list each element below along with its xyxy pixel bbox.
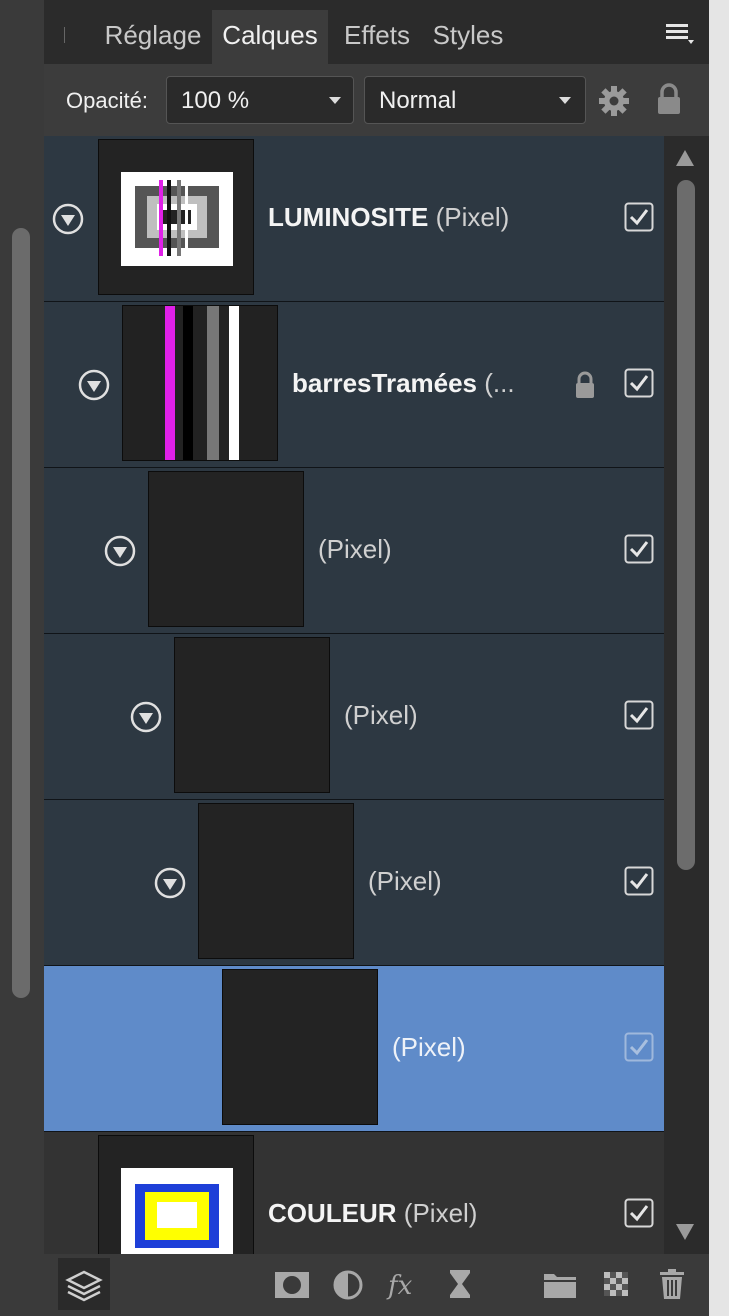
add-adjustment-icon[interactable] [328, 1264, 368, 1304]
blend-mode-value: Normal [379, 87, 457, 114]
expand-triangle-icon[interactable] [78, 369, 110, 401]
panel-menu-icon[interactable] [664, 18, 696, 48]
layer-name-label: (Pixel) [344, 700, 418, 731]
layer-thumbnail [148, 471, 304, 627]
layer-row-pixel-1[interactable]: (Pixel) [44, 468, 664, 634]
layer-kind: (Pixel) [403, 1198, 478, 1228]
layer-lock-icon[interactable] [574, 370, 596, 400]
opacity-dropdown[interactable]: 100 % [166, 76, 354, 124]
expand-triangle-icon[interactable] [52, 203, 84, 235]
add-group-icon[interactable] [540, 1264, 580, 1304]
layer-row-barrestramees[interactable]: barresTramées (... [44, 302, 664, 468]
layer-thumbnail [222, 969, 378, 1125]
layer-name: barresTramées [292, 368, 478, 398]
layers-panel: Réglage Calques Effets Styles Opacité: 1… [44, 0, 709, 1316]
layer-list: LUMINOSITE (Pixel) barresTramées (... (P… [44, 136, 664, 1254]
visibility-checkbox[interactable] [624, 368, 654, 398]
visibility-checkbox[interactable] [624, 1198, 654, 1228]
layer-thumbnail [122, 305, 278, 461]
expand-triangle-icon[interactable] [154, 867, 186, 899]
tab-separator [64, 27, 65, 43]
layer-kind: (... [484, 368, 515, 398]
gear-icon[interactable] [597, 84, 631, 118]
visibility-checkbox[interactable] [624, 202, 654, 232]
layer-kind: (Pixel) [392, 1032, 466, 1062]
panel-tab-bar: Réglage Calques Effets Styles [44, 0, 709, 64]
layer-name-label: (Pixel) [392, 1032, 466, 1063]
layer-name-label: (Pixel) [368, 866, 442, 897]
layer-name: LUMINOSITE [268, 202, 429, 232]
layer-kind: (Pixel) [368, 866, 442, 896]
svg-text:fx: fx [386, 1271, 413, 1301]
layer-kind: (Pixel) [435, 202, 510, 232]
scroll-down-arrow-icon[interactable] [676, 1224, 694, 1240]
chevron-down-icon [559, 97, 571, 104]
left-scrollbar[interactable] [12, 228, 30, 998]
layer-row-pixel-3[interactable]: (Pixel) [44, 800, 664, 966]
scrollbar-thumb[interactable] [677, 180, 695, 870]
layer-kind: (Pixel) [344, 700, 418, 730]
expand-triangle-icon[interactable] [104, 535, 136, 567]
fx-icon[interactable]: fx [384, 1264, 424, 1304]
lock-icon[interactable] [656, 82, 682, 116]
layer-name-label: (Pixel) [318, 534, 392, 565]
visibility-checkbox[interactable] [624, 534, 654, 564]
add-pixel-layer-icon[interactable] [596, 1264, 636, 1304]
layer-thumbnail [174, 637, 330, 793]
layer-name: COULEUR [268, 1198, 397, 1228]
visibility-checkbox[interactable] [624, 1032, 654, 1062]
right-gutter [709, 0, 729, 1316]
layer-row-pixel-selected[interactable]: (Pixel) [44, 966, 664, 1132]
left-tool-strip [0, 0, 44, 1316]
panel-bottom-bar: fx [44, 1254, 709, 1316]
affinity-app-window: Réglage Calques Effets Styles Opacité: 1… [0, 0, 729, 1316]
scroll-up-arrow-icon[interactable] [676, 150, 694, 166]
layer-row-luminosite[interactable]: LUMINOSITE (Pixel) [44, 136, 664, 302]
chevron-down-icon [329, 97, 341, 104]
layer-toolbar: Opacité: 100 % Normal [44, 64, 709, 136]
expand-triangle-icon[interactable] [130, 701, 162, 733]
blend-mode-dropdown[interactable]: Normal [364, 76, 586, 124]
layer-row-pixel-2[interactable]: (Pixel) [44, 634, 664, 800]
add-mask-icon[interactable] [272, 1264, 312, 1304]
visibility-checkbox[interactable] [624, 700, 654, 730]
layer-name-label: LUMINOSITE (Pixel) [268, 202, 509, 233]
tab-reglage[interactable]: Réglage [94, 10, 212, 64]
layer-kind: (Pixel) [318, 534, 392, 564]
tab-calques[interactable]: Calques [212, 10, 328, 64]
layer-thumbnail [98, 1135, 254, 1254]
layer-name-label: COULEUR (Pixel) [268, 1198, 477, 1229]
layer-thumbnail [198, 803, 354, 959]
layer-thumbnail [98, 139, 254, 295]
layer-name-label: barresTramées (... [292, 368, 515, 399]
tab-effets[interactable]: Effets [334, 10, 420, 64]
layer-row-couleur[interactable]: COULEUR (Pixel) [44, 1132, 664, 1254]
opacity-label: Opacité: [66, 88, 148, 113]
tab-styles[interactable]: Styles [426, 10, 510, 64]
layer-list-scrollbar[interactable] [664, 136, 709, 1254]
live-filter-icon[interactable] [440, 1264, 480, 1304]
visibility-checkbox[interactable] [624, 866, 654, 896]
opacity-value: 100 % [181, 87, 250, 114]
layers-panel-icon[interactable] [58, 1258, 110, 1310]
delete-icon[interactable] [652, 1264, 692, 1304]
